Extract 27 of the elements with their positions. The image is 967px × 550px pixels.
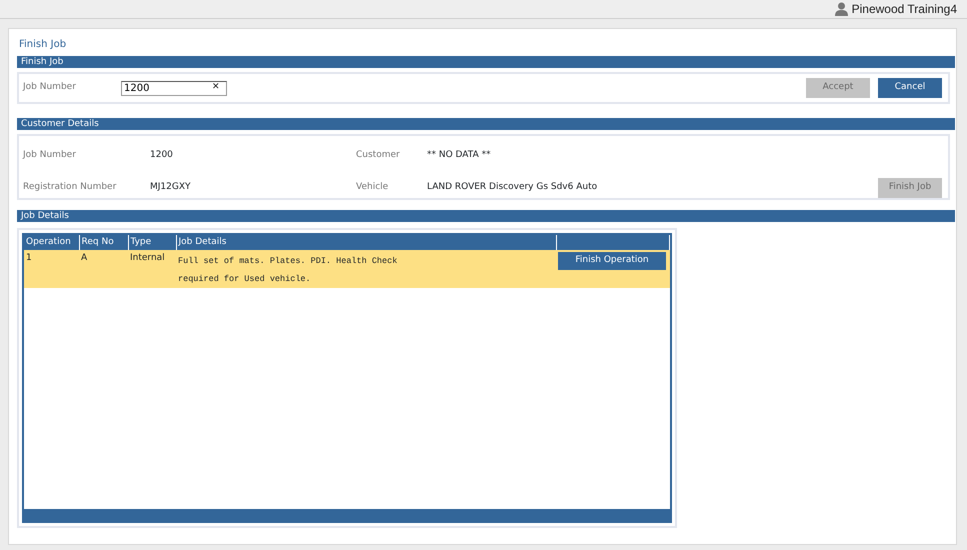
- section-header: Job Details: [17, 210, 955, 222]
- field-label: Registration Number: [23, 181, 116, 194]
- action-button[interactable]: Cancel: [878, 78, 942, 98]
- field-value: 1200: [150, 149, 173, 162]
- table-cell-text: Full set of mats. Plates. PDI. Health Check required for Used vehicle.: [178, 255, 398, 286]
- field-value: ** NO DATA **: [427, 149, 491, 162]
- clear-icon[interactable]: ✕: [210, 81, 222, 95]
- field-label: Job Number: [23, 149, 76, 162]
- user-name[interactable]: Pinewood Training4: [852, 0, 957, 18]
- field-label: Vehicle: [356, 181, 388, 194]
- column-header[interactable]: Type: [128, 235, 176, 250]
- user-icon: [834, 2, 848, 16]
- field-label: Customer: [356, 149, 400, 162]
- column-header[interactable]: Job Details: [176, 235, 556, 250]
- table-cell: A: [81, 253, 88, 263]
- field-label: Job Number: [23, 81, 77, 94]
- field-value: LAND ROVER Discovery Gs Sdv6 Auto: [427, 181, 598, 194]
- job-number-field[interactable]: 1200 ✕: [121, 80, 227, 96]
- table-cell: 1: [26, 253, 32, 263]
- finish-operation-button[interactable]: Finish Operation: [558, 252, 666, 270]
- table-cell: Internal: [130, 253, 165, 263]
- page-title: Finish Job: [18, 38, 68, 52]
- field-value: MJ12GXY: [150, 181, 191, 194]
- column-header[interactable]: Req No: [79, 235, 128, 250]
- column-header[interactable]: Operation: [24, 235, 79, 250]
- section-header: Finish Job: [17, 56, 955, 68]
- section-header: Customer Details: [17, 118, 955, 130]
